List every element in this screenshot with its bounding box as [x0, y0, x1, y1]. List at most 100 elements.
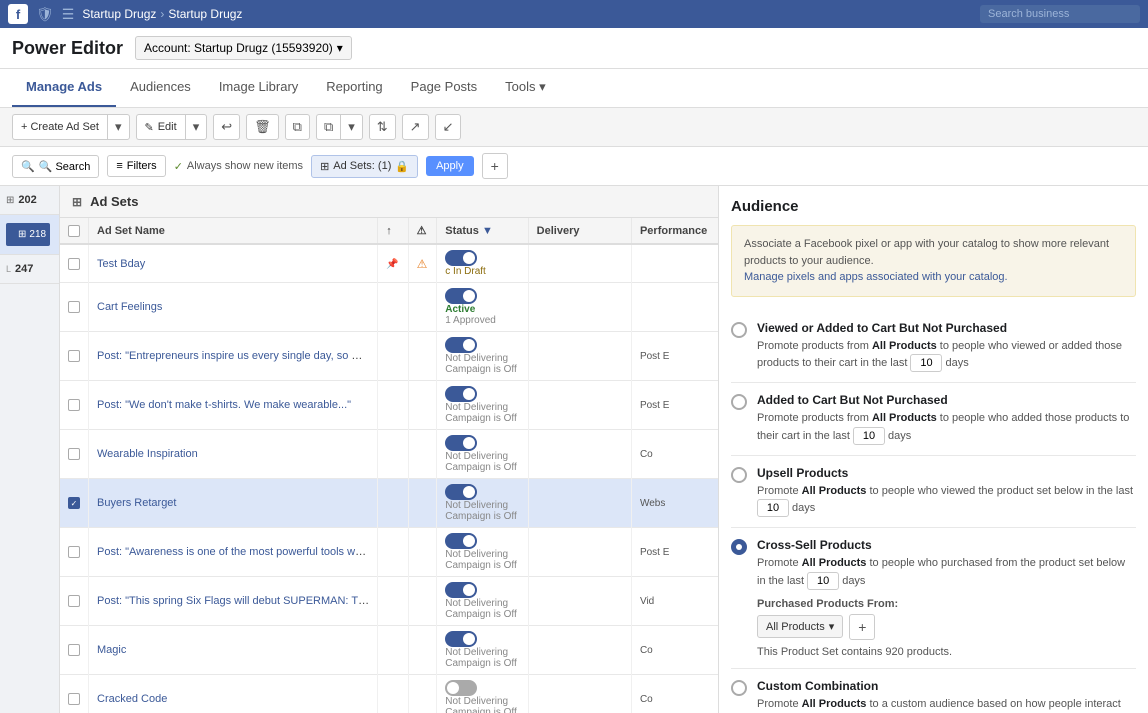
breadcrumb-item-1[interactable]: Startup Drugz: [82, 7, 156, 21]
ad-set-name-link[interactable]: Cracked Code: [97, 693, 167, 705]
undo-button[interactable]: ↩: [213, 114, 240, 140]
status-text: Not Delivering: [445, 598, 519, 609]
edit-button[interactable]: ✎ Edit: [136, 114, 185, 140]
account-button[interactable]: Account: Startup Drugz (15593920) ▾: [135, 36, 352, 60]
status-toggle[interactable]: [445, 337, 477, 353]
row-checkbox[interactable]: [68, 693, 80, 705]
page-title: Power Editor: [12, 38, 123, 59]
radio-added-cart[interactable]: [731, 394, 747, 410]
row-checkbox[interactable]: [68, 595, 80, 607]
status-toggle[interactable]: [445, 484, 477, 500]
table-title: Ad Sets: [90, 194, 138, 209]
tab-reporting[interactable]: Reporting: [312, 69, 396, 107]
tab-audiences[interactable]: Audiences: [116, 69, 205, 107]
import-button[interactable]: ↙: [435, 114, 462, 140]
product-dropdown[interactable]: All Products ▾: [757, 615, 843, 638]
radio-custom[interactable]: [731, 680, 747, 696]
row-checkbox[interactable]: [68, 448, 80, 460]
status-text: Campaign is Off: [445, 707, 519, 713]
delivery-cell: [528, 244, 631, 283]
row-checkbox[interactable]: [68, 546, 80, 558]
status-toggle[interactable]: [445, 386, 477, 402]
ad-set-name-link[interactable]: Post: "We don't make t-shirts. We make w…: [97, 399, 351, 411]
status-toggle[interactable]: [445, 680, 477, 696]
upsell-days-input[interactable]: [757, 499, 789, 517]
sidebar-item-202[interactable]: ⊞ 202: [0, 186, 59, 215]
ad-set-name-link[interactable]: Cart Feelings: [97, 301, 162, 313]
sidebar-item-247[interactable]: L 247: [0, 255, 59, 284]
ad-set-name-link[interactable]: Post: "Awareness is one of the most powe…: [97, 546, 378, 558]
hamburger-icon[interactable]: ☰: [62, 6, 75, 23]
ad-set-name-link[interactable]: Magic: [97, 644, 126, 656]
row-checkbox[interactable]: [68, 301, 80, 313]
row-checkbox[interactable]: [68, 399, 80, 411]
table-row: Post: "We don't make t-shirts. We make w…: [60, 381, 718, 430]
radio-upsell[interactable]: [731, 467, 747, 483]
move-button[interactable]: ⇅: [369, 114, 396, 140]
status-cell: Not DeliveringCampaign is Off: [437, 381, 528, 430]
sidebar-item-218[interactable]: ⊞ 218: [0, 215, 59, 255]
add-filter-button[interactable]: +: [482, 153, 508, 179]
pin-icon: 📌: [386, 259, 398, 270]
row-checkbox[interactable]: [68, 258, 80, 270]
ad-set-name-link[interactable]: Post: "This spring Six Flags will debut …: [97, 595, 378, 607]
product-add-button[interactable]: +: [849, 614, 875, 640]
option-upsell-content: Upsell Products Promote All Products to …: [757, 466, 1136, 518]
fb-search-input[interactable]: [980, 5, 1140, 23]
duplicate-dropdown-button[interactable]: ▾: [340, 114, 363, 140]
status-cell: Not DeliveringCampaign is Off: [437, 528, 528, 577]
ad-set-name-link[interactable]: Buyers Retarget: [97, 497, 176, 509]
tab-tools[interactable]: Tools ▾: [491, 69, 560, 107]
table-header-row: Ad Set Name ↑ ⚠ Status ▼ Delivery Perfor…: [60, 218, 718, 244]
delete-button[interactable]: 🗑: [246, 114, 279, 140]
row-checkbox[interactable]: [68, 644, 80, 656]
tab-page-posts[interactable]: Page Posts: [397, 69, 492, 107]
select-all-header[interactable]: [60, 218, 89, 244]
sidebar-count-247: 247: [15, 263, 33, 275]
apply-button[interactable]: Apply: [426, 156, 474, 176]
tab-manage-ads[interactable]: Manage Ads: [12, 69, 116, 107]
status-toggle[interactable]: [445, 288, 477, 304]
status-toggle[interactable]: [445, 250, 477, 266]
delivery-cell: [528, 528, 631, 577]
ad-set-name-link[interactable]: Post: "Entrepreneurs inspire us every si…: [97, 350, 378, 362]
main-content: ⊞ 202 ⊞ 218 L 247 ⊞ Ad Sets Ad Set Name …: [0, 186, 1148, 713]
row-checkbox[interactable]: [68, 350, 80, 362]
create-adset-dropdown-button[interactable]: ▾: [107, 114, 130, 140]
audience-notice: Associate a Facebook pixel or app with y…: [731, 225, 1136, 297]
sidebar-indent-icon: L: [6, 264, 11, 274]
audience-notice-link[interactable]: Manage pixels and apps associated with y…: [744, 271, 1008, 283]
filters-button[interactable]: ≡ Filters: [107, 155, 165, 177]
row-checkbox[interactable]: ✓: [68, 497, 80, 509]
viewed-days-input[interactable]: [910, 354, 942, 372]
delivery-header: Delivery: [528, 218, 631, 244]
edit-dropdown-button[interactable]: ▾: [185, 114, 208, 140]
ad-set-name-link[interactable]: Wearable Inspiration: [97, 448, 198, 460]
radio-cross-sell[interactable]: [731, 539, 747, 555]
sort-header[interactable]: ↑: [378, 218, 408, 244]
table-row: Post: "Entrepreneurs inspire us every si…: [60, 332, 718, 381]
edit-group: ✎ Edit ▾: [136, 114, 208, 140]
cross-sell-days-input[interactable]: [807, 572, 839, 590]
export-button[interactable]: ↗: [402, 114, 429, 140]
option-viewed-desc: Promote products from All Products to pe…: [757, 338, 1136, 373]
duplicate-button[interactable]: ⧉: [285, 114, 310, 140]
duplicate-icon-button[interactable]: ⧉: [316, 114, 340, 140]
added-days-input[interactable]: [853, 427, 885, 445]
table-row: Cart FeelingsActive1 Approved: [60, 283, 718, 332]
breadcrumb-item-2[interactable]: Startup Drugz: [168, 7, 242, 21]
radio-viewed[interactable]: [731, 322, 747, 338]
status-toggle[interactable]: [445, 533, 477, 549]
status-toggle[interactable]: [445, 631, 477, 647]
ad-set-name-link[interactable]: Test Bday: [97, 258, 145, 270]
select-all-checkbox[interactable]: [68, 225, 80, 237]
status-toggle[interactable]: [445, 582, 477, 598]
create-adset-button[interactable]: + Create Ad Set: [12, 114, 107, 140]
tab-image-library[interactable]: Image Library: [205, 69, 312, 107]
sidebar-sub-item-218[interactable]: ⊞ 218: [6, 223, 50, 246]
fb-search-bar[interactable]: [980, 5, 1140, 23]
search-button[interactable]: 🔍 🔍 Search: [12, 155, 99, 178]
status-toggle[interactable]: [445, 435, 477, 451]
check-icon: ✓: [174, 160, 183, 173]
option-cross-sell-content: Cross-Sell Products Promote All Products…: [757, 538, 1136, 658]
